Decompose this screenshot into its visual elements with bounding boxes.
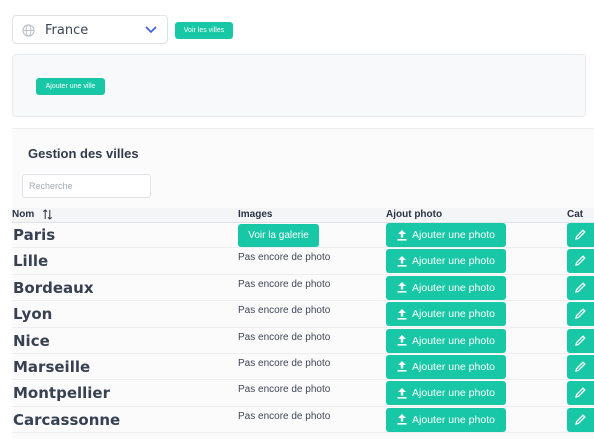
upload-icon — [397, 229, 407, 241]
voir-villes-button[interactable]: Voir les villes — [175, 22, 233, 39]
upload-icon — [397, 308, 407, 320]
table-row: Paris Voir la galerie Ajouter une photo — [12, 222, 594, 249]
city-name: Lille — [13, 252, 49, 271]
country-select[interactable]: France — [12, 15, 168, 44]
table-row: Lille Pas encore de photo Ajouter une ph… — [12, 248, 594, 275]
upload-icon — [397, 282, 407, 293]
ajouter-photo-button[interactable]: Ajouter une photo — [386, 302, 506, 327]
ajouter-photo-label: Ajouter une photo — [412, 334, 495, 347]
table-row: Marseille Pas encore de photo Ajouter un… — [12, 354, 594, 381]
upload-icon — [397, 361, 407, 373]
city-name: Marseille — [13, 357, 91, 376]
ajouter-photo-button[interactable]: Ajouter une photo — [386, 275, 506, 300]
no-photo-text: Pas encore de photo — [238, 331, 331, 343]
edit-button[interactable] — [567, 223, 594, 247]
column-header-cat: Cat — [567, 209, 584, 220]
edit-button[interactable] — [567, 407, 594, 432]
pencil-icon — [575, 229, 586, 240]
edit-button[interactable] — [567, 354, 594, 379]
upload-icon — [397, 387, 407, 399]
pencil-icon — [575, 282, 586, 293]
edit-button[interactable] — [567, 249, 594, 274]
ajouter-ville-button[interactable]: Ajouter une ville — [36, 78, 105, 95]
city-name: Bordeaux — [13, 278, 94, 297]
no-photo-text: Pas encore de photo — [238, 305, 331, 317]
chevron-down-icon — [145, 26, 157, 34]
table-row: Nice Pas encore de photo Ajouter une pho… — [12, 328, 594, 354]
edit-button[interactable] — [567, 275, 594, 300]
no-photo-text: Pas encore de photo — [238, 278, 331, 290]
edit-button[interactable] — [567, 302, 594, 327]
ajouter-photo-label: Ajouter une photo — [412, 229, 495, 241]
upload-icon — [397, 414, 407, 425]
ajouter-photo-label: Ajouter une photo — [412, 308, 495, 321]
table-row: Bordeaux Pas encore de photo Ajouter une… — [12, 275, 594, 302]
no-photo-text: Pas encore de photo — [238, 357, 331, 369]
globe-icon — [22, 24, 35, 37]
ajouter-photo-button[interactable]: Ajouter une photo — [386, 328, 506, 353]
pencil-icon — [575, 308, 586, 320]
voir-galerie-button[interactable]: Voir la galerie — [238, 224, 319, 247]
pencil-icon — [575, 334, 586, 346]
no-photo-text: Pas encore de photo — [238, 410, 331, 422]
pencil-icon — [575, 361, 586, 372]
city-name: Carcassonne — [13, 410, 121, 429]
page-title: Gestion des villes — [28, 146, 139, 161]
search-input[interactable] — [22, 174, 151, 198]
ajouter-photo-button[interactable]: Ajouter une photo — [386, 249, 506, 274]
table-header: Nom Images Ajout photo Cat — [12, 208, 594, 223]
city-name: Paris — [13, 226, 56, 244]
city-name: Lyon — [13, 305, 53, 324]
upload-icon — [397, 335, 407, 346]
ajouter-photo-button[interactable]: Ajouter une photo — [386, 407, 506, 432]
ajouter-photo-label: Ajouter une photo — [412, 281, 495, 294]
ajouter-photo-label: Ajouter une photo — [412, 387, 495, 400]
pencil-icon — [575, 387, 586, 399]
column-header-images: Images — [238, 209, 273, 220]
pencil-icon — [575, 255, 586, 267]
table-row: Montpellier Pas encore de photo Ajouter … — [12, 380, 594, 407]
upload-icon — [397, 255, 407, 267]
table-row: Lyon Pas encore de photo Ajouter une pho… — [12, 301, 594, 328]
city-name: Nice — [13, 331, 50, 350]
no-photo-text: Pas encore de photo — [238, 384, 331, 396]
edit-button[interactable] — [567, 328, 594, 353]
edit-button[interactable] — [567, 381, 594, 406]
pencil-icon — [575, 414, 586, 425]
city-table-body: Paris Voir la galerie Ajouter une photo … — [12, 222, 594, 434]
table-row: Carcassonne Pas encore de photo Ajouter … — [12, 407, 594, 434]
ajouter-photo-label: Ajouter une photo — [412, 360, 495, 373]
no-photo-text: Pas encore de photo — [238, 252, 331, 264]
ajouter-photo-button[interactable]: Ajouter une photo — [386, 354, 506, 379]
column-header-nom[interactable]: Nom — [12, 209, 34, 220]
ajouter-photo-button[interactable]: Ajouter une photo — [386, 223, 506, 247]
country-select-value: France — [45, 23, 89, 38]
ajouter-photo-button[interactable]: Ajouter une photo — [386, 381, 506, 406]
sort-icon[interactable] — [42, 209, 53, 220]
ajouter-photo-label: Ajouter une photo — [412, 413, 495, 426]
city-name: Montpellier — [13, 384, 110, 403]
column-header-ajout-photo: Ajout photo — [386, 209, 443, 220]
ajouter-photo-label: Ajouter une photo — [412, 255, 495, 268]
